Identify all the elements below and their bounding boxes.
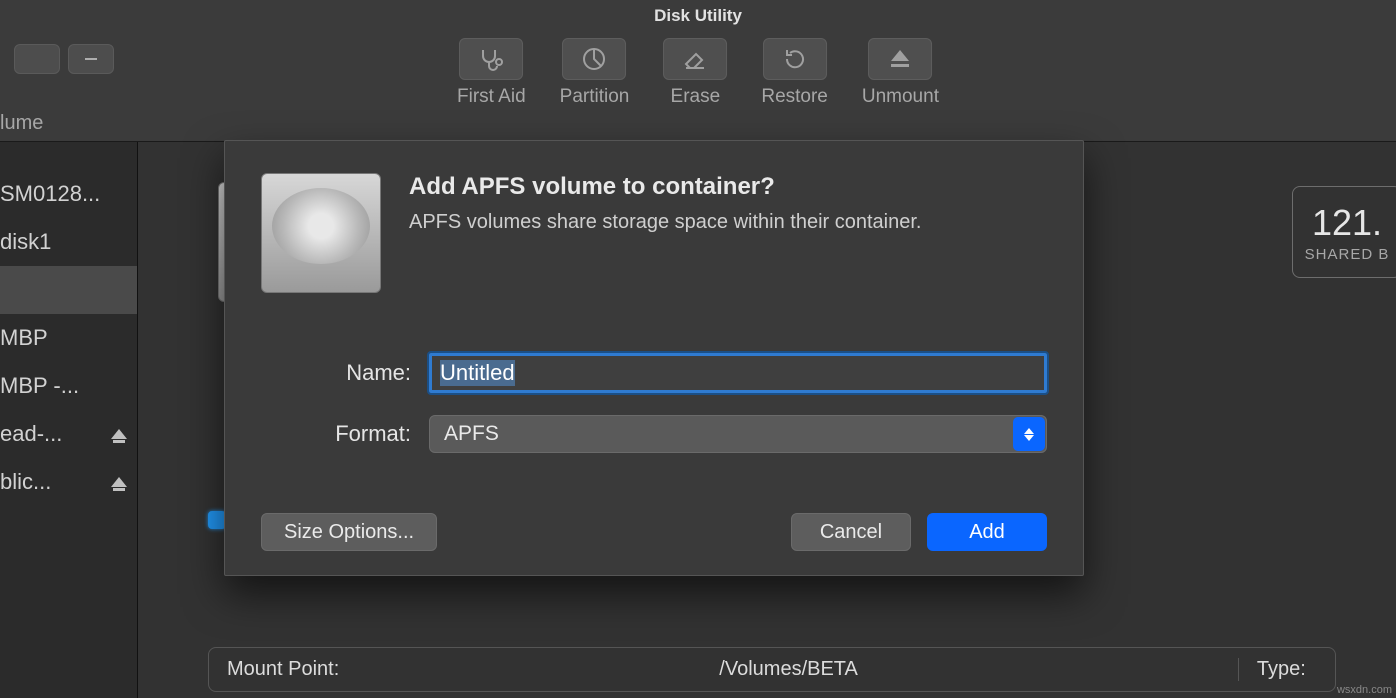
cancel-button[interactable]: Cancel xyxy=(791,513,911,551)
restore-icon xyxy=(782,46,808,72)
sidebar-item-label: blic... xyxy=(0,469,51,495)
dialog-subtitle: APFS volumes share storage space within … xyxy=(409,211,921,234)
capacity-box: 121. SHARED B xyxy=(1292,186,1396,278)
minus-icon xyxy=(82,50,100,68)
format-value: APFS xyxy=(444,422,499,446)
sidebar-item-ead[interactable]: ead-... xyxy=(0,410,137,458)
format-select[interactable]: APFS xyxy=(429,415,1047,453)
eject-icon[interactable] xyxy=(111,429,127,439)
dialog-title: Add APFS volume to container? xyxy=(409,173,921,201)
pie-icon xyxy=(581,46,607,72)
sidebar-toggle-button[interactable] xyxy=(14,44,60,74)
sidebar: SM0128... disk1 MBP MBP -... ead-... bli… xyxy=(0,142,138,698)
size-options-button[interactable]: Size Options... xyxy=(261,513,437,551)
sidebar-item-label: ead-... xyxy=(0,421,62,447)
restore-label: Restore xyxy=(761,86,828,108)
toolbar-left-group xyxy=(14,44,114,74)
partition-label: Partition xyxy=(560,86,630,108)
sidebar-item-disk0[interactable]: SM0128... xyxy=(0,170,137,218)
dialog-disk-icon xyxy=(261,173,381,293)
name-label: Name: xyxy=(261,360,411,386)
mount-point-label: Mount Point: xyxy=(227,658,339,681)
watermark: wsxdn.com xyxy=(1337,684,1392,696)
add-button[interactable]: Add xyxy=(927,513,1047,551)
sidebar-item-label: SM0128... xyxy=(0,181,100,207)
select-arrows-icon[interactable] xyxy=(1013,417,1045,451)
stethoscope-icon xyxy=(478,46,504,72)
dialog-form: Name: Format: APFS xyxy=(261,353,1047,453)
add-volume-dialog: Add APFS volume to container? APFS volum… xyxy=(224,140,1084,576)
erase-button[interactable] xyxy=(663,38,727,80)
first-aid-label: First Aid xyxy=(457,86,526,108)
sidebar-item-label: disk1 xyxy=(0,229,51,255)
window-title: Disk Utility xyxy=(0,0,1396,32)
toolbar: First Aid Partition Erase Restore Unmoun… xyxy=(0,32,1396,142)
info-bar: Mount Point: /Volumes/BETA Type: xyxy=(208,647,1336,692)
format-label: Format: xyxy=(261,421,411,447)
capacity-value: 121. xyxy=(1312,202,1382,244)
partition-button[interactable] xyxy=(562,38,626,80)
volume-group-label: lume xyxy=(0,112,43,135)
restore-button[interactable] xyxy=(763,38,827,80)
sidebar-item-label: MBP -... xyxy=(0,373,79,399)
first-aid-button[interactable] xyxy=(459,38,523,80)
type-label: Type: xyxy=(1238,658,1306,681)
erase-label: Erase xyxy=(671,86,721,108)
name-input[interactable] xyxy=(429,353,1047,393)
volume-remove-button[interactable] xyxy=(68,44,114,74)
eraser-icon xyxy=(682,46,708,72)
mount-point-value: /Volumes/BETA xyxy=(719,658,858,681)
sidebar-item-mbp2[interactable]: MBP -... xyxy=(0,362,137,410)
unmount-button[interactable] xyxy=(868,38,932,80)
eject-icon[interactable] xyxy=(111,477,127,487)
eject-icon xyxy=(887,46,913,72)
sidebar-item-disk1[interactable]: disk1 xyxy=(0,218,137,266)
toolbar-center: First Aid Partition Erase Restore Unmoun… xyxy=(457,38,939,108)
unmount-label: Unmount xyxy=(862,86,939,108)
capacity-label: SHARED B xyxy=(1305,246,1390,263)
sidebar-item-blic[interactable]: blic... xyxy=(0,458,137,506)
sidebar-item-selected[interactable] xyxy=(0,266,137,314)
sidebar-item-mbp[interactable]: MBP xyxy=(0,314,137,362)
sidebar-item-label: MBP xyxy=(0,325,48,351)
